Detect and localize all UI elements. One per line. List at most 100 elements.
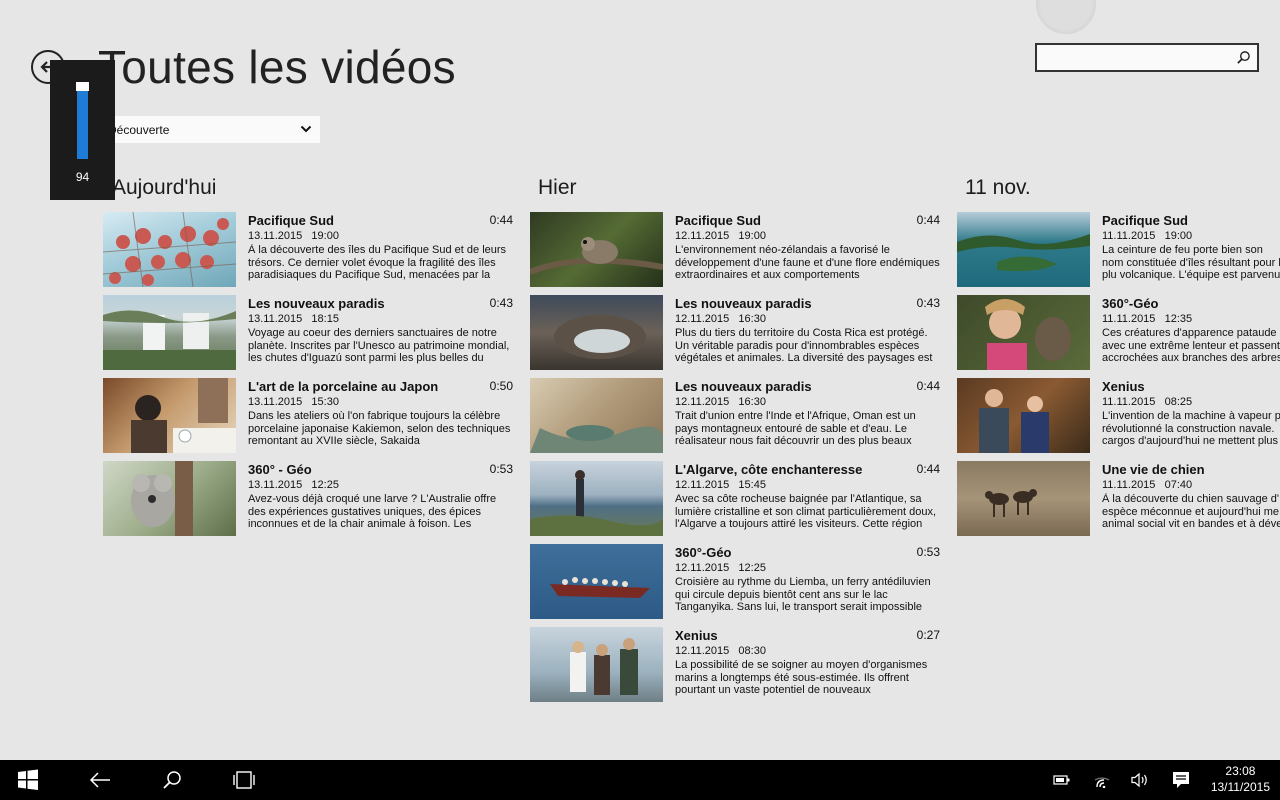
- group-title: Hier: [538, 176, 577, 199]
- video-time: 19:00: [1164, 230, 1193, 242]
- battery-icon: [1053, 775, 1070, 785]
- video-date: 12.11.2015: [675, 313, 730, 325]
- video-title: 360°-Géo: [1102, 296, 1159, 311]
- video-description: Croisière au rythme du Liemba, un ferry …: [675, 576, 931, 613]
- video-duration: 0:53: [489, 462, 513, 476]
- video-title: Les nouveaux paradis: [675, 379, 812, 394]
- volume-overlay[interactable]: 94: [50, 60, 115, 200]
- video-description: La possibilité de se soigner au moyen d'…: [675, 659, 928, 696]
- video-thumbnail: [530, 212, 663, 287]
- video-duration: 0:50: [489, 379, 513, 393]
- video-time: 16:30: [738, 396, 766, 408]
- group-title: 11 nov.: [965, 176, 1031, 199]
- video-date: 13.11.2015: [248, 230, 303, 242]
- category-dropdown[interactable]: Découverte: [100, 116, 320, 143]
- clock[interactable]: 23:08 13/11/2015: [1211, 763, 1270, 795]
- video-datetime: 12.11.2015 15:45: [675, 478, 940, 492]
- video-item[interactable]: 360°-Géo 0:53 12.11.2015 12:25 Croisière…: [530, 544, 940, 627]
- video-date: 12.11.2015: [675, 479, 730, 491]
- video-duration: 0:44: [916, 213, 940, 227]
- action-center-button[interactable]: [1166, 760, 1196, 800]
- video-time: 19:00: [311, 230, 339, 242]
- search-input[interactable]: [1037, 45, 1227, 70]
- video-date: 11.11.2015: [1102, 479, 1156, 491]
- video-description: Avec sa côte rocheuse baignée par l'Atla…: [675, 493, 937, 530]
- video-title: Les nouveaux paradis: [675, 296, 812, 311]
- task-view-button[interactable]: [216, 760, 272, 800]
- video-description: La ceinture de feu porte bien son nom co…: [1102, 244, 1280, 282]
- volume-slider[interactable]: [76, 82, 89, 159]
- video-item[interactable]: Les nouveaux paradis 0:44 12.11.2015 16:…: [530, 378, 940, 461]
- page-title: Toutes les vidéos: [98, 41, 456, 93]
- video-duration: 0:53: [916, 545, 940, 559]
- video-datetime: 13.11.2015 18:15: [248, 312, 513, 326]
- video-thumbnail: [530, 378, 663, 453]
- video-duration: 0:44: [489, 213, 513, 227]
- video-description: Trait d'union entre l'Inde et l'Afrique,…: [675, 410, 916, 447]
- video-thumbnail: [530, 627, 663, 702]
- video-item[interactable]: Les nouveaux paradis 0:43 13.11.2015 18:…: [103, 295, 513, 378]
- search-box[interactable]: [1035, 43, 1259, 72]
- wifi-icon: [1094, 775, 1110, 788]
- taskbar-back-button[interactable]: [72, 760, 128, 800]
- video-description: Avez-vous déjà croqué une larve ? L'Aust…: [248, 493, 497, 530]
- video-description: À la découverte des îles du Pacifique Su…: [248, 244, 507, 281]
- start-button[interactable]: [0, 760, 56, 800]
- video-item[interactable]: 360° - Géo 0:53 13.11.2015 12:25 Avez-vo…: [103, 461, 513, 544]
- video-date: 13.11.2015: [248, 396, 303, 408]
- group-title: Aujourd'hui: [112, 176, 217, 199]
- search-icon[interactable]: [1236, 50, 1251, 65]
- video-datetime: 11.11.2015 19:00: [1102, 229, 1280, 243]
- volume-fill: [77, 87, 88, 159]
- video-datetime: 13.11.2015 15:30: [248, 395, 513, 409]
- video-datetime: 12.11.2015 16:30: [675, 312, 940, 326]
- video-datetime: 12.11.2015 08:30: [675, 644, 940, 658]
- group-nov-11: 11 nov. Pacifique Sud 11.11.2015 19:00 L…: [957, 176, 1280, 544]
- taskbar: 23:08 13/11/2015: [0, 760, 1280, 800]
- clock-date: 13/11/2015: [1210, 780, 1270, 794]
- ghost-circle: [1036, 0, 1096, 34]
- battery-button[interactable]: [1048, 760, 1076, 800]
- video-time: 12:25: [311, 479, 339, 491]
- video-item[interactable]: L'Algarve, côte enchanteresse 0:44 12.11…: [530, 461, 940, 544]
- video-title: Xenius: [675, 628, 718, 643]
- video-time: 15:45: [738, 479, 766, 491]
- group-yesterday: Hier Pacifique Sud 0:44 12.11.2015 19:00…: [530, 176, 940, 710]
- video-item[interactable]: 360°-Géo 11.11.2015 12:35 Ces créatures …: [957, 295, 1280, 378]
- video-item[interactable]: Pacifique Sud 0:44 13.11.2015 19:00 À la…: [103, 212, 513, 295]
- video-item[interactable]: Une vie de chien 11.11.2015 07:40 À la d…: [957, 461, 1280, 544]
- back-arrow-icon: [89, 772, 110, 788]
- volume-button[interactable]: [1126, 760, 1154, 800]
- video-item[interactable]: Pacifique Sud 11.11.2015 19:00 La ceintu…: [957, 212, 1280, 295]
- notifications-icon: [1173, 772, 1189, 788]
- video-description: Plus du tiers du territoire du Costa Ric…: [675, 327, 933, 364]
- video-item[interactable]: L'art de la porcelaine au Japon 0:50 13.…: [103, 378, 513, 461]
- video-item[interactable]: Xenius 0:27 12.11.2015 08:30 La possibil…: [530, 627, 940, 710]
- video-item[interactable]: Xenius 11.11.2015 08:25 L'invention de l…: [957, 378, 1280, 461]
- video-datetime: 13.11.2015 12:25: [248, 478, 513, 492]
- video-date: 11.11.2015: [1102, 396, 1156, 408]
- video-time: 18:15: [311, 313, 339, 325]
- video-duration: 0:44: [916, 379, 940, 393]
- clock-time: 23:08: [1225, 764, 1256, 778]
- video-title: 360°-Géo: [675, 545, 732, 560]
- video-item[interactable]: Pacifique Sud 0:44 12.11.2015 19:00 L'en…: [530, 212, 940, 295]
- video-description: L'invention de la machine à vapeur p rév…: [1102, 410, 1280, 447]
- video-time: 08:25: [1164, 396, 1193, 408]
- video-description: Voyage au coeur des derniers sanctuaires…: [248, 327, 510, 364]
- volume-thumb[interactable]: [76, 82, 89, 91]
- video-title: Les nouveaux paradis: [248, 296, 385, 311]
- video-datetime: 12.11.2015 12:25: [675, 561, 940, 575]
- video-item[interactable]: Les nouveaux paradis 0:43 12.11.2015 16:…: [530, 295, 940, 378]
- video-datetime: 11.11.2015 08:25: [1102, 395, 1280, 409]
- video-duration: 0:43: [916, 296, 940, 310]
- network-button[interactable]: [1088, 760, 1116, 800]
- video-title: Pacifique Sud: [675, 213, 761, 228]
- video-thumbnail: [103, 461, 236, 536]
- search-icon: [163, 771, 181, 789]
- video-duration: 0:43: [489, 296, 513, 310]
- video-datetime: 12.11.2015 19:00: [675, 229, 940, 243]
- group-today: Aujourd'hui Pacifique Sud 0:44 13.11.201…: [103, 176, 513, 544]
- taskbar-search-button[interactable]: [144, 760, 200, 800]
- video-title: L'art de la porcelaine au Japon: [248, 379, 439, 394]
